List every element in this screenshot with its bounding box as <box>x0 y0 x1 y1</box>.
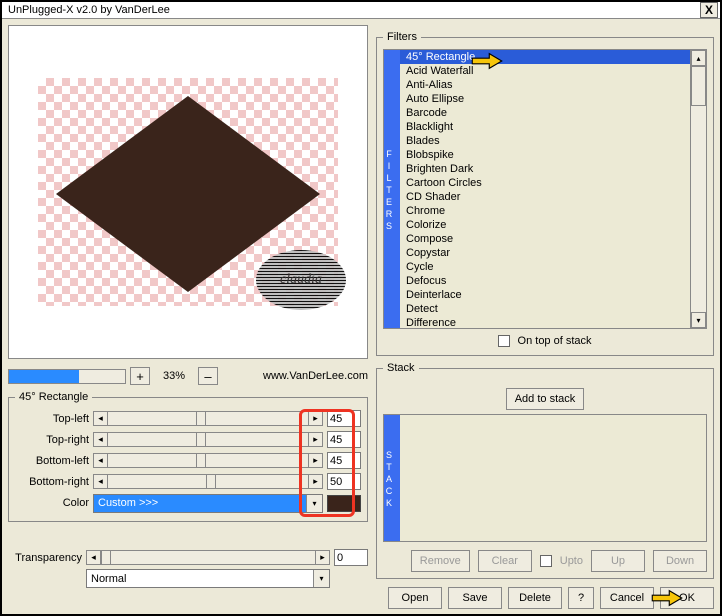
stack-legend: Stack <box>383 362 419 374</box>
titlebar: UnPlugged-X v2.0 by VanDerLee X <box>2 2 720 19</box>
filter-item[interactable]: Cycle <box>400 260 690 274</box>
upto-checkbox[interactable] <box>540 555 552 567</box>
preview-frame: claudia <box>8 25 368 359</box>
blend-mode-select[interactable]: Normal ▾ <box>86 569 330 588</box>
filter-item[interactable]: Barcode <box>400 106 690 120</box>
filter-item[interactable]: Copystar <box>400 246 690 260</box>
filter-item[interactable]: Blobspike <box>400 148 690 162</box>
upto-label: Upto <box>560 555 583 567</box>
down-button[interactable]: Down <box>653 550 707 572</box>
chevron-left-icon[interactable]: ◂ <box>94 475 108 488</box>
filters-group: Filters FILTERS 45° RectangleAcid Waterf… <box>376 31 714 356</box>
plugin-window: UnPlugged-X v2.0 by VanDerLee X claudia <box>0 0 722 616</box>
slider-bottom-right[interactable]: ◂ ▸ <box>93 474 323 489</box>
stack-list[interactable]: STACK <box>383 414 707 542</box>
filter-item[interactable]: Acid Waterfall <box>400 64 690 78</box>
label-top-right: Top-right <box>15 434 93 446</box>
filter-item[interactable]: Blacklight <box>400 120 690 134</box>
label-transparency: Transparency <box>8 552 86 564</box>
ontop-row: On top of stack <box>383 329 707 349</box>
filter-item[interactable]: Cartoon Circles <box>400 176 690 190</box>
vendor-link[interactable]: www.VanDerLee.com <box>263 370 368 382</box>
chevron-left-icon[interactable]: ◂ <box>87 551 101 564</box>
filter-item[interactable]: 45° Rectangle <box>400 50 690 64</box>
label-bottom-right: Bottom-right <box>15 476 93 488</box>
chevron-left-icon[interactable]: ◂ <box>94 433 108 446</box>
stack-group: Stack Add to stack STACK Remove Clear Up… <box>376 362 714 579</box>
filters-strip: FILTERS <box>384 50 400 328</box>
slider-bottom-left[interactable]: ◂ ▸ <box>93 453 323 468</box>
filters-items[interactable]: 45° RectangleAcid WaterfallAnti-AliasAut… <box>400 50 690 328</box>
filter-item[interactable]: Anti-Alias <box>400 78 690 92</box>
filters-scrollbar[interactable]: ▴ ▾ <box>690 50 706 328</box>
filter-params-legend: 45° Rectangle <box>15 391 92 403</box>
open-button[interactable]: Open <box>388 587 442 609</box>
save-button[interactable]: Save <box>448 587 502 609</box>
filter-item[interactable]: Difference <box>400 316 690 328</box>
scroll-down-icon[interactable]: ▾ <box>691 312 706 328</box>
zoom-row: + 33% – www.VanDerLee.com <box>8 367 368 385</box>
scroll-thumb[interactable] <box>691 66 706 106</box>
filter-item[interactable]: Compose <box>400 232 690 246</box>
close-icon[interactable]: X <box>700 2 718 18</box>
label-color: Color <box>15 497 93 509</box>
filter-item[interactable]: Colorize <box>400 218 690 232</box>
chevron-down-icon[interactable]: ▾ <box>313 570 329 587</box>
right-column: Filters FILTERS 45° RectangleAcid Waterf… <box>376 25 714 609</box>
slider-top-left[interactable]: ◂ ▸ <box>93 411 323 426</box>
delete-button[interactable]: Delete <box>508 587 562 609</box>
chevron-left-icon[interactable]: ◂ <box>94 412 108 425</box>
watermark-text: claudia <box>280 272 322 288</box>
filter-item[interactable]: Detect <box>400 302 690 316</box>
ontop-checkbox[interactable] <box>498 335 510 347</box>
filter-item[interactable]: Blades <box>400 134 690 148</box>
dialog-buttons: Open Save Delete ? Cancel OK <box>376 587 714 609</box>
color-combo[interactable]: Custom >>> ▾ <box>93 494 323 513</box>
left-column: claudia + 33% – www.VanDerLee.com 45° Re… <box>8 25 368 609</box>
chevron-right-icon[interactable]: ▸ <box>315 551 329 564</box>
zoom-percent: 33% <box>154 370 194 382</box>
filter-params-group: 45° Rectangle Top-left ◂ ▸ Top-right ◂ <box>8 391 368 522</box>
remove-button[interactable]: Remove <box>411 550 470 572</box>
watermark: claudia <box>256 250 346 310</box>
filter-item[interactable]: Deinterlace <box>400 288 690 302</box>
color-combo-text: Custom >>> <box>98 497 158 509</box>
label-bottom-left: Bottom-left <box>15 455 93 467</box>
zoom-in-button[interactable]: + <box>130 367 150 385</box>
stack-strip: STACK <box>384 415 400 541</box>
up-button[interactable]: Up <box>591 550 645 572</box>
scroll-up-icon[interactable]: ▴ <box>691 50 706 66</box>
filters-list: FILTERS 45° RectangleAcid WaterfallAnti-… <box>383 49 707 329</box>
input-transparency[interactable] <box>334 549 368 566</box>
help-button[interactable]: ? <box>568 587 594 609</box>
client-area: claudia + 33% – www.VanDerLee.com 45° Re… <box>2 19 720 615</box>
clear-button[interactable]: Clear <box>478 550 532 572</box>
filter-item[interactable]: Auto Ellipse <box>400 92 690 106</box>
preview-canvas: claudia <box>38 78 338 306</box>
filter-item[interactable]: Chrome <box>400 204 690 218</box>
slider-top-right[interactable]: ◂ ▸ <box>93 432 323 447</box>
zoom-slider[interactable] <box>8 369 126 384</box>
ok-button[interactable]: OK <box>660 587 714 609</box>
slider-transparency[interactable]: ◂ ▸ <box>86 550 330 565</box>
highlight-box <box>299 409 355 517</box>
blend-mode-value: Normal <box>91 573 126 585</box>
filter-item[interactable]: Defocus <box>400 274 690 288</box>
chevron-left-icon[interactable]: ◂ <box>94 454 108 467</box>
filter-item[interactable]: CD Shader <box>400 190 690 204</box>
label-top-left: Top-left <box>15 413 93 425</box>
ontop-label: On top of stack <box>518 335 592 347</box>
add-to-stack-button[interactable]: Add to stack <box>506 388 585 410</box>
filter-item[interactable]: Brighten Dark <box>400 162 690 176</box>
global-params: Transparency ◂ ▸ Normal ▾ <box>8 548 368 590</box>
cancel-button[interactable]: Cancel <box>600 587 654 609</box>
window-title: UnPlugged-X v2.0 by VanDerLee <box>8 4 700 16</box>
zoom-out-button[interactable]: – <box>198 367 218 385</box>
filters-legend: Filters <box>383 31 421 43</box>
